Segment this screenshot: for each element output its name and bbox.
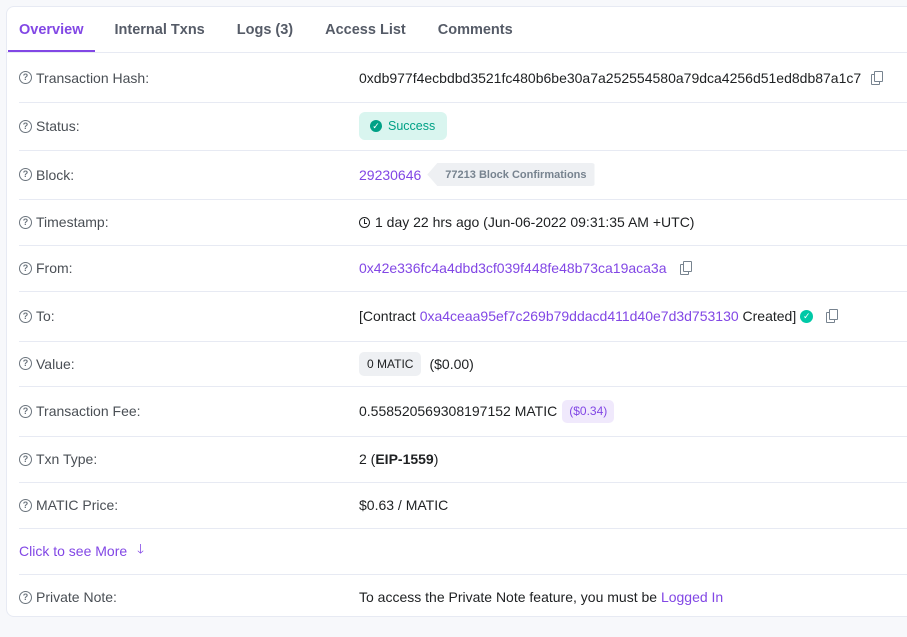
tab-comments[interactable]: Comments [426, 9, 525, 52]
help-icon[interactable]: ? [19, 498, 32, 512]
matic-price-value: $0.63 / MATIC [359, 497, 449, 513]
label-from: From: [36, 260, 73, 276]
from-address-link[interactable]: 0x42e336fc4a4dbd3cf039f448fe48b73ca19aca… [359, 260, 667, 276]
value-amount-badge: 0 MATIC [359, 351, 422, 376]
row-timestamp: ? Timestamp: 1 day 22 hrs ago (Jun-06-202… [19, 199, 907, 246]
logged-in-link[interactable]: Logged In [661, 589, 723, 605]
help-icon[interactable]: ? [19, 119, 32, 133]
label-transaction-hash: Transaction Hash: [36, 69, 150, 86]
help-icon[interactable]: ? [19, 261, 32, 275]
help-icon[interactable]: ? [19, 309, 32, 323]
row-transaction-hash: ? Transaction Hash: 0xdb977f4ecbdbd3521fc… [19, 53, 907, 103]
transaction-hash-value: 0xdb977f4ecbdbd3521fc480b6be30a7a2525545… [359, 69, 862, 86]
label-status: Status: [36, 118, 80, 134]
to-suffix: Created] [742, 308, 797, 324]
help-icon[interactable]: ? [19, 215, 32, 229]
help-icon[interactable]: ? [19, 452, 32, 466]
arrow-down-icon: 🡓 [137, 541, 144, 556]
txn-type-value: EIP-1559 [375, 451, 434, 467]
row-private-note: ? Private Note: To access the Private Not… [19, 574, 907, 616]
see-more-label: Click to see More [19, 543, 128, 559]
help-icon[interactable]: ? [19, 590, 32, 604]
copy-icon[interactable] [871, 70, 884, 85]
tab-internal-txns[interactable]: Internal Txns [103, 9, 217, 52]
to-prefix: [Contract [359, 308, 416, 324]
row-value: ? Value: 0 MATIC ($0.00) [19, 341, 907, 387]
help-icon[interactable]: ? [19, 404, 32, 418]
row-block: ? Block: 29230646 77213 Block Confirmatio… [19, 150, 907, 200]
help-icon[interactable]: ? [19, 357, 32, 370]
row-status: ? Status: ✓ Success [19, 102, 907, 151]
status-text: Success [388, 119, 436, 133]
copy-icon[interactable] [826, 309, 839, 323]
timestamp-value: 1 day 22 hrs ago (Jun-06-2022 09:31:35 A… [375, 214, 695, 230]
private-note-text: To access the Private Note feature, you … [359, 589, 658, 605]
row-transaction-fee: ? Transaction Fee: 0.558520569308197152 M… [19, 386, 907, 437]
fee-value: 0.558520569308197152 MATIC [359, 403, 558, 419]
value-usd: ($0.00) [429, 355, 474, 372]
label-transaction-fee: Transaction Fee: [36, 403, 141, 419]
block-confirmations-badge: 77213 Block Confirmations [427, 163, 595, 186]
fee-usd-badge: ($0.34) [562, 399, 615, 423]
label-private-note: Private Note: [36, 589, 117, 605]
label-to: To: [36, 308, 55, 324]
txn-type-suffix: ) [433, 451, 439, 467]
transaction-card: Overview Internal Txns Logs (3) Access L… [6, 6, 907, 617]
help-icon[interactable]: ? [19, 71, 32, 84]
check-circle-icon: ✓ [370, 120, 382, 132]
tab-access-list[interactable]: Access List [313, 9, 418, 52]
tab-logs[interactable]: Logs (3) [225, 9, 305, 52]
clock-icon [359, 216, 370, 228]
contract-address-link[interactable]: 0xa4ceaa95ef7c269b79ddacd411d40e7d3d7531… [420, 308, 739, 324]
row-from: ? From: 0x42e336fc4a4dbd3cf039f448fe48b73… [19, 245, 907, 292]
row-matic-price: ? MATIC Price: $0.63 / MATIC [19, 482, 907, 529]
tab-bar: Overview Internal Txns Logs (3) Access L… [7, 7, 907, 53]
label-matic-price: MATIC Price: [36, 497, 119, 513]
txn-type-prefix: 2 ( [359, 451, 376, 467]
block-number-link[interactable]: 29230646 [359, 167, 421, 183]
help-icon[interactable]: ? [19, 168, 32, 181]
see-more-link[interactable]: Click to see More 🡓 [19, 540, 144, 562]
label-block: Block: [36, 166, 75, 183]
row-txn-type: ? Txn Type: 2 (EIP-1559) [19, 436, 907, 483]
row-to: ? To: [Contract 0xa4ceaa95ef7c269b79ddacd… [19, 291, 907, 342]
label-value: Value: [36, 355, 75, 372]
verified-check-icon: ✓ [800, 309, 814, 323]
tab-overview[interactable]: Overview [8, 9, 95, 52]
label-timestamp: Timestamp: [36, 214, 109, 230]
label-txn-type: Txn Type: [36, 451, 98, 467]
row-see-more: Click to see More 🡓 [19, 528, 907, 575]
status-badge: ✓ Success [359, 112, 448, 140]
copy-icon[interactable] [679, 261, 692, 275]
